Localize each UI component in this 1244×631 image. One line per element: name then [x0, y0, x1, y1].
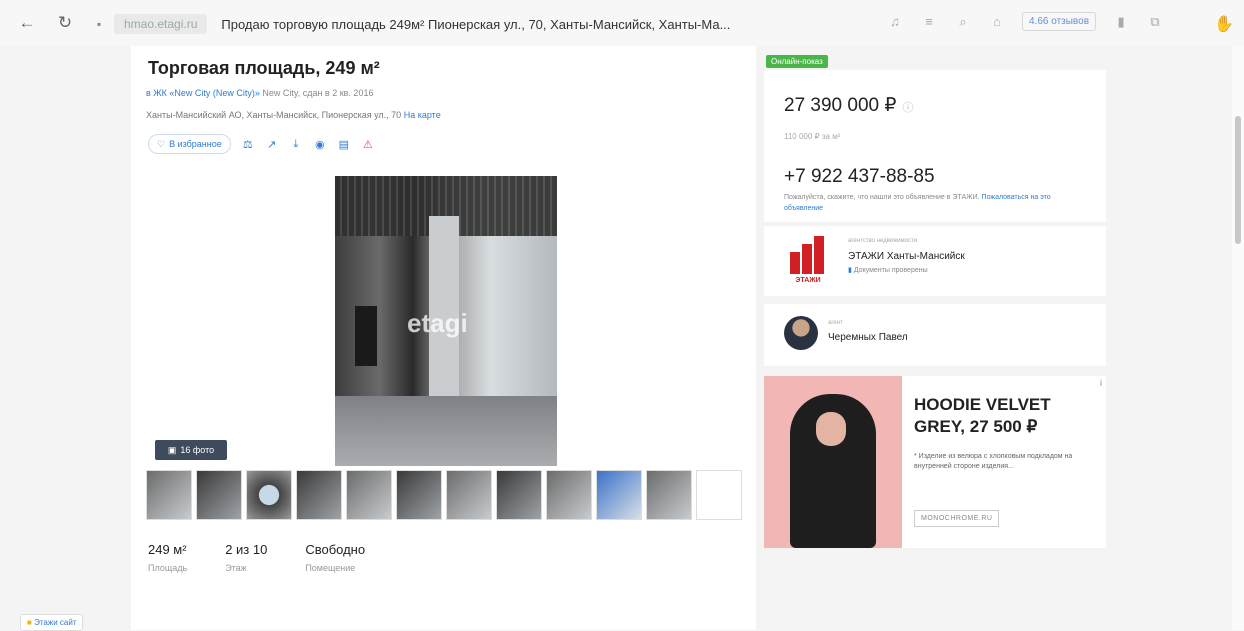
agency-caption: агентство недвижимости — [848, 238, 918, 244]
agency-card[interactable]: ЭТАЖИ агентство недвижимости ЭТАЖИ Ханты… — [764, 226, 1106, 296]
map-link[interactable]: На карте — [404, 110, 441, 120]
thumbnail[interactable] — [446, 470, 492, 520]
phone-note: Пожалуйста, скажите, что нашли это объяв… — [784, 192, 1084, 214]
advertisement[interactable]: HOODIE VELVET GREY, 27 500 ₽ * Изделие и… — [764, 376, 1106, 548]
complaint-icon[interactable]: ⚠ — [361, 137, 375, 151]
thumbnail[interactable] — [396, 470, 442, 520]
agent-avatar — [784, 316, 818, 350]
thumbnail-strip — [146, 470, 742, 520]
fact-value: 2 из 10 — [225, 542, 268, 557]
tabs-icon[interactable]: ⧉ — [1146, 13, 1164, 31]
floorplan-thumbnail[interactable] — [696, 470, 742, 520]
ad-description: * Изделие из велюра с хлопковым подкладо… — [914, 453, 1073, 470]
fact-label: Помещение — [305, 563, 356, 573]
fact-value: 249 м² — [148, 542, 187, 557]
ad-title[interactable]: HOODIE VELVET GREY, 27 500 ₽ — [914, 394, 1106, 438]
translate-icon[interactable]: ⌕ — [954, 13, 972, 31]
price-info-icon[interactable]: ⓘ — [902, 102, 913, 114]
agency-docs-label: Документы проверены — [853, 267, 928, 274]
compare-icon[interactable]: ⚖ — [241, 137, 255, 151]
photo-count: 16 фото — [180, 445, 215, 455]
complex-info: New City, сдан в 2 кв. 2016 — [259, 88, 374, 98]
fact-area: 249 м² Площадь — [148, 542, 187, 573]
extension-icon[interactable]: ✋ — [1214, 14, 1236, 36]
complex-link[interactable]: в ЖК «New City (New City)» — [146, 88, 260, 98]
thumbnail[interactable] — [146, 470, 192, 520]
agency-logo: ЭТАЖИ — [784, 234, 832, 284]
price-per-m2: 110 000 ₽ за м² — [784, 132, 841, 141]
ad-info-icon[interactable]: i — [1100, 378, 1102, 388]
ad-image[interactable] — [764, 376, 902, 548]
eye-icon[interactable]: ◉ — [313, 137, 327, 151]
back-arrow-icon[interactable]: ← — [14, 10, 40, 36]
agency-docs: ▮ Документы проверены — [848, 266, 928, 274]
reader-icon[interactable]: ≡ — [920, 13, 938, 31]
fact-floor: 2 из 10 Этаж — [225, 542, 267, 573]
listing-facts: 249 м² Площадь 2 из 10 Этаж Свободно Пом… — [148, 542, 365, 573]
agent-name[interactable]: Черемных Павел — [828, 332, 908, 343]
bottom-chip[interactable]: ■ Этажи сайт — [20, 614, 84, 631]
document-icon: ▮ — [848, 267, 852, 274]
favorite-label: В избранное — [169, 139, 222, 149]
star-icon: ■ — [27, 618, 32, 627]
agent-card[interactable]: агент Черемных Павел — [764, 304, 1106, 366]
listing-actions: ♡ В избранное ⚖ ↗ ⤓ ◉ ▤ ⚠ — [148, 134, 375, 154]
price-value: 27 390 000 ₽ — [784, 95, 897, 116]
thumbnail[interactable] — [196, 470, 242, 520]
photo-count-badge[interactable]: ▣ 16 фото — [155, 440, 227, 460]
reviews-badge[interactable]: 4.66 отзывов — [1022, 12, 1097, 31]
ad-site-button[interactable]: MONOCHROME.RU — [914, 510, 1000, 527]
fact-status: Свободно Помещение — [305, 542, 365, 573]
heart-icon: ♡ — [157, 138, 166, 149]
share-icon[interactable]: ↗ — [265, 137, 279, 151]
photo-gallery: etagi ▣ 16 фото — [148, 172, 742, 466]
online-show-badge: Онлайн-показ — [766, 55, 828, 68]
protect-icon[interactable]: ⌂ — [988, 13, 1006, 31]
page-title-in-address: Продаю торговую площадь 249м² Пионерская… — [221, 16, 731, 32]
thumbnail[interactable] — [296, 470, 342, 520]
listing-panel: Торговая площадь, 249 м² в ЖК «New City … — [131, 46, 756, 630]
listing-meta: в ЖК «New City (New City)» New City, сда… — [146, 88, 373, 98]
browser-toolbar: ← ↻ ▪ hmao.etagi.ru Продаю торговую площ… — [0, 0, 1244, 46]
price: 27 390 000 ₽ ⓘ — [784, 94, 913, 117]
agent-caption: агент — [828, 320, 843, 326]
domain-label: hmao.etagi.ru — [114, 14, 208, 34]
thumbnail[interactable] — [346, 470, 392, 520]
fact-value: Свободно — [305, 542, 366, 557]
phone-note-text: Пожалуйста, скажите, что нашли это объяв… — [784, 194, 980, 201]
thumbnail[interactable] — [546, 470, 592, 520]
scroll-thumb[interactable] — [1235, 116, 1241, 244]
thumbnail[interactable] — [496, 470, 542, 520]
fact-label: Этаж — [225, 563, 247, 573]
print-icon[interactable]: ▤ — [337, 137, 351, 151]
thumbnail[interactable] — [246, 470, 292, 520]
main-photo[interactable]: etagi — [335, 176, 557, 466]
address-text: Ханты-Мансийский АО, Ханты-Мансийск, Пио… — [146, 110, 402, 120]
listing-address: Ханты-Мансийский АО, Ханты-Мансийск, Пио… — [146, 110, 441, 120]
toolbar-icons: ♫ ≡ ⌕ ⌂ 4.66 отзывов ▮ ⧉ — [886, 12, 1164, 31]
fact-label: Площадь — [148, 563, 188, 573]
price-card: 27 390 000 ₽ ⓘ 110 000 ₽ за м² +7 922 437… — [764, 70, 1106, 222]
reload-icon[interactable]: ↻ — [52, 10, 78, 36]
thumbnail[interactable] — [646, 470, 692, 520]
page-scrollbar[interactable] — [1232, 46, 1244, 630]
listing-title: Торговая площадь, 249 м² — [148, 58, 380, 78]
lock-icon: ▪ — [96, 17, 102, 31]
camera-icon: ▣ — [167, 444, 177, 455]
favorite-button[interactable]: ♡ В избранное — [148, 134, 231, 154]
download-icon[interactable]: ⤓ — [289, 137, 303, 151]
thumbnail[interactable] — [596, 470, 642, 520]
bottom-chip-label: Этажи сайт — [34, 618, 77, 627]
agency-logo-text: ЭТАЖИ — [795, 277, 821, 284]
phone-number[interactable]: +7 922 437-88-85 — [784, 166, 935, 188]
address-bar[interactable]: ▪ hmao.etagi.ru Продаю торговую площадь … — [92, 12, 841, 36]
bookmark-icon[interactable]: ▮ — [1112, 13, 1130, 31]
headphones-icon[interactable]: ♫ — [886, 13, 904, 31]
right-sidebar: Онлайн-показ 27 390 000 ₽ ⓘ 110 000 ₽ за … — [764, 46, 1106, 630]
photo-watermark: etagi — [407, 308, 468, 338]
agency-name[interactable]: ЭТАЖИ Ханты-Мансийск — [848, 251, 965, 262]
